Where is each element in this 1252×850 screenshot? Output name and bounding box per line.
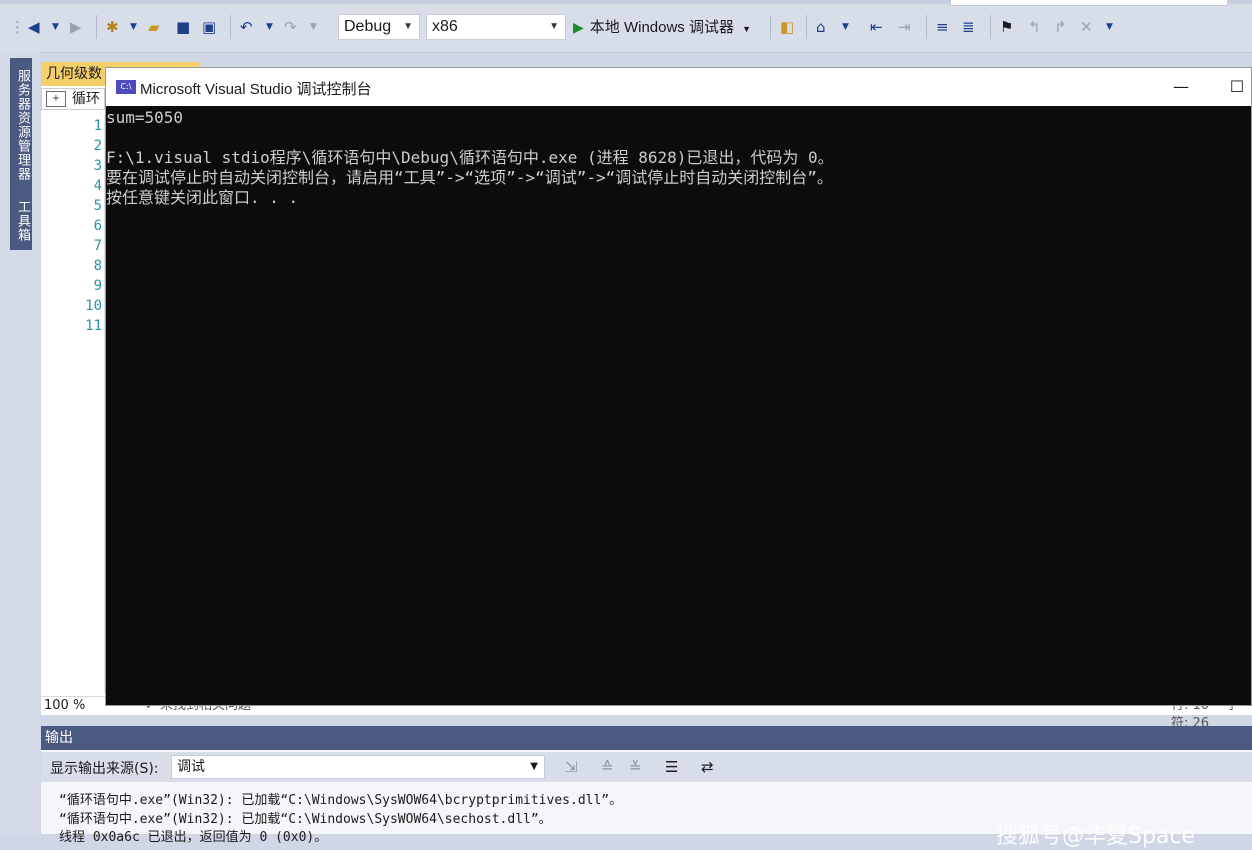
line-number: 2 xyxy=(93,138,102,154)
line-number: 6 xyxy=(93,218,102,234)
watermark: 搜狐号@华夏Space xyxy=(996,824,1196,849)
output-source-select[interactable]: 调试 ▼ xyxy=(171,755,545,779)
solution-config-value: Debug xyxy=(344,18,392,35)
word-wrap-icon[interactable]: ⇄ xyxy=(701,758,714,776)
next-bookmark-icon[interactable]: ↱ xyxy=(1054,16,1067,38)
undo-dropdown-icon[interactable]: ▼ xyxy=(266,16,273,38)
console-line: 按任意键关闭此窗口. . . xyxy=(106,188,299,207)
chevron-down-icon: ▼ xyxy=(742,24,752,34)
save-icon[interactable]: ■ xyxy=(176,16,190,38)
line-number: 7 xyxy=(93,238,102,254)
output-source-value: 调试 xyxy=(177,759,205,775)
output-panel-title: 输出 xyxy=(41,726,1252,750)
new-item-icon[interactable]: ✱ xyxy=(106,16,119,38)
maximize-icon[interactable]: ☐ xyxy=(1222,74,1252,100)
toolbar-separator xyxy=(770,15,771,39)
console-line: sum=5050 xyxy=(106,108,184,127)
console-app-icon: C:\ xyxy=(116,80,136,94)
line-number: 10 xyxy=(85,298,102,314)
chevron-down-icon: ▼ xyxy=(530,761,538,772)
output-line: “循环语句中.exe”(Win32): 已加载“C:\Windows\SysWO… xyxy=(59,793,623,808)
toolbar-overflow-icon[interactable]: ▼ xyxy=(1106,16,1113,38)
output-toolbar: 显示输出来源(S): 调试 ▼ ⇲ ≙ ≚ ☰ ⇄ xyxy=(41,752,1252,782)
console-title: Microsoft Visual Studio 调试控制台 xyxy=(140,81,372,98)
left-tool-rail: 服务器资源管理器 工具箱 xyxy=(0,52,40,834)
project-icon: + xyxy=(46,91,66,107)
main-toolbar: ⋮ ◀ ▼ ▶ ✱ ▼ ▰ ■ ▣ ↶ ▼ ↷ ▼ Debug ▼ x86 ▼ … xyxy=(0,0,1252,53)
open-folder-icon[interactable]: ▰ xyxy=(148,16,160,38)
chevron-down-icon: ▼ xyxy=(403,21,413,32)
save-all-icon[interactable]: ▣ xyxy=(202,16,216,38)
toolbox-tab[interactable]: 工具箱 xyxy=(10,192,32,250)
uncomment-icon[interactable]: ≣ xyxy=(962,16,975,38)
line-number: 8 xyxy=(93,258,102,274)
line-number: 4 xyxy=(93,178,102,194)
line-number: 9 xyxy=(93,278,102,294)
zoom-level[interactable]: 100 % xyxy=(44,697,85,715)
chevron-down-icon: ▼ xyxy=(549,21,559,32)
attach-icon[interactable]: ◧ xyxy=(780,16,794,38)
quick-launch-search[interactable] xyxy=(950,0,1228,6)
prev-message-icon[interactable]: ≙ xyxy=(601,758,614,776)
minimize-icon[interactable]: — xyxy=(1166,74,1196,100)
start-debugging-button[interactable]: ▶ 本地 Windows 调试器 ▼ xyxy=(573,14,751,40)
server-explorer-tab[interactable]: 服务器资源管理器 xyxy=(10,58,32,192)
undo-icon[interactable]: ↶ xyxy=(240,16,253,38)
back-icon[interactable]: ◀ xyxy=(28,16,40,38)
line-number-gutter: 1 2 3 4 5 6 7 8 9 10 11 xyxy=(62,114,105,694)
editor-scope-label: 循环 xyxy=(72,91,100,107)
toolbar-separator xyxy=(230,15,231,39)
editor-scope-dropdown[interactable]: + 循环 xyxy=(41,88,105,110)
redo-icon[interactable]: ↷ xyxy=(284,16,297,38)
solution-config-select[interactable]: Debug ▼ xyxy=(338,14,420,40)
output-line: “循环语句中.exe”(Win32): 已加载“C:\Windows\SysWO… xyxy=(59,812,552,827)
line-number: 3 xyxy=(93,158,102,174)
find-message-icon[interactable]: ⇲ xyxy=(565,758,578,776)
console-title-bar[interactable]: C:\ Microsoft Visual Studio 调试控制台 — ☐ xyxy=(106,68,1251,106)
comment-icon[interactable]: ≡ xyxy=(936,16,949,38)
start-debugging-label: 本地 Windows 调试器 xyxy=(589,19,734,36)
play-icon: ▶ xyxy=(573,19,584,35)
toolbar-grip-icon: ⋮ xyxy=(10,18,25,36)
indent-icon[interactable]: ⇥ xyxy=(898,16,911,38)
browser-dropdown-icon[interactable]: ▼ xyxy=(842,16,849,38)
back-dropdown-icon[interactable]: ▼ xyxy=(52,16,59,38)
toolbar-separator xyxy=(806,15,807,39)
prev-bookmark-icon[interactable]: ↰ xyxy=(1028,16,1041,38)
redo-dropdown-icon[interactable]: ▼ xyxy=(310,16,317,38)
console-line: 要在调试停止时自动关闭控制台，请启用“工具”->“选项”->“调试”->“调试停… xyxy=(106,168,833,187)
toolbar-separator xyxy=(926,15,927,39)
line-number: 11 xyxy=(85,318,102,334)
console-output[interactable]: sum=5050 F:\1.visual stdio程序\循环语句中\Debug… xyxy=(106,106,1251,704)
forward-icon[interactable]: ▶ xyxy=(70,16,82,38)
console-line: F:\1.visual stdio程序\循环语句中\Debug\循环语句中.ex… xyxy=(106,148,834,167)
clear-bookmarks-icon[interactable]: ✕ xyxy=(1080,16,1093,38)
new-dropdown-icon[interactable]: ▼ xyxy=(130,16,137,38)
step-icon[interactable]: ⇤ xyxy=(870,16,883,38)
platform-value: x86 xyxy=(432,18,458,35)
platform-select[interactable]: x86 ▼ xyxy=(426,14,566,40)
toolbar-separator xyxy=(96,15,97,39)
output-line: 线程 0x0a6c 已退出，返回值为 0 (0x0)。 xyxy=(59,830,328,845)
line-number: 5 xyxy=(93,198,102,214)
debug-console-window[interactable]: C:\ Microsoft Visual Studio 调试控制台 — ☐ su… xyxy=(105,67,1252,706)
line-number: 1 xyxy=(93,118,102,134)
toolbar-separator xyxy=(990,15,991,39)
browser-link-icon[interactable]: ⌂ xyxy=(816,16,826,38)
output-source-label: 显示输出来源(S): xyxy=(50,761,159,777)
bookmark-icon[interactable]: ⚑ xyxy=(1000,16,1013,38)
clear-all-icon[interactable]: ☰ xyxy=(665,758,678,776)
next-message-icon[interactable]: ≚ xyxy=(629,758,642,776)
